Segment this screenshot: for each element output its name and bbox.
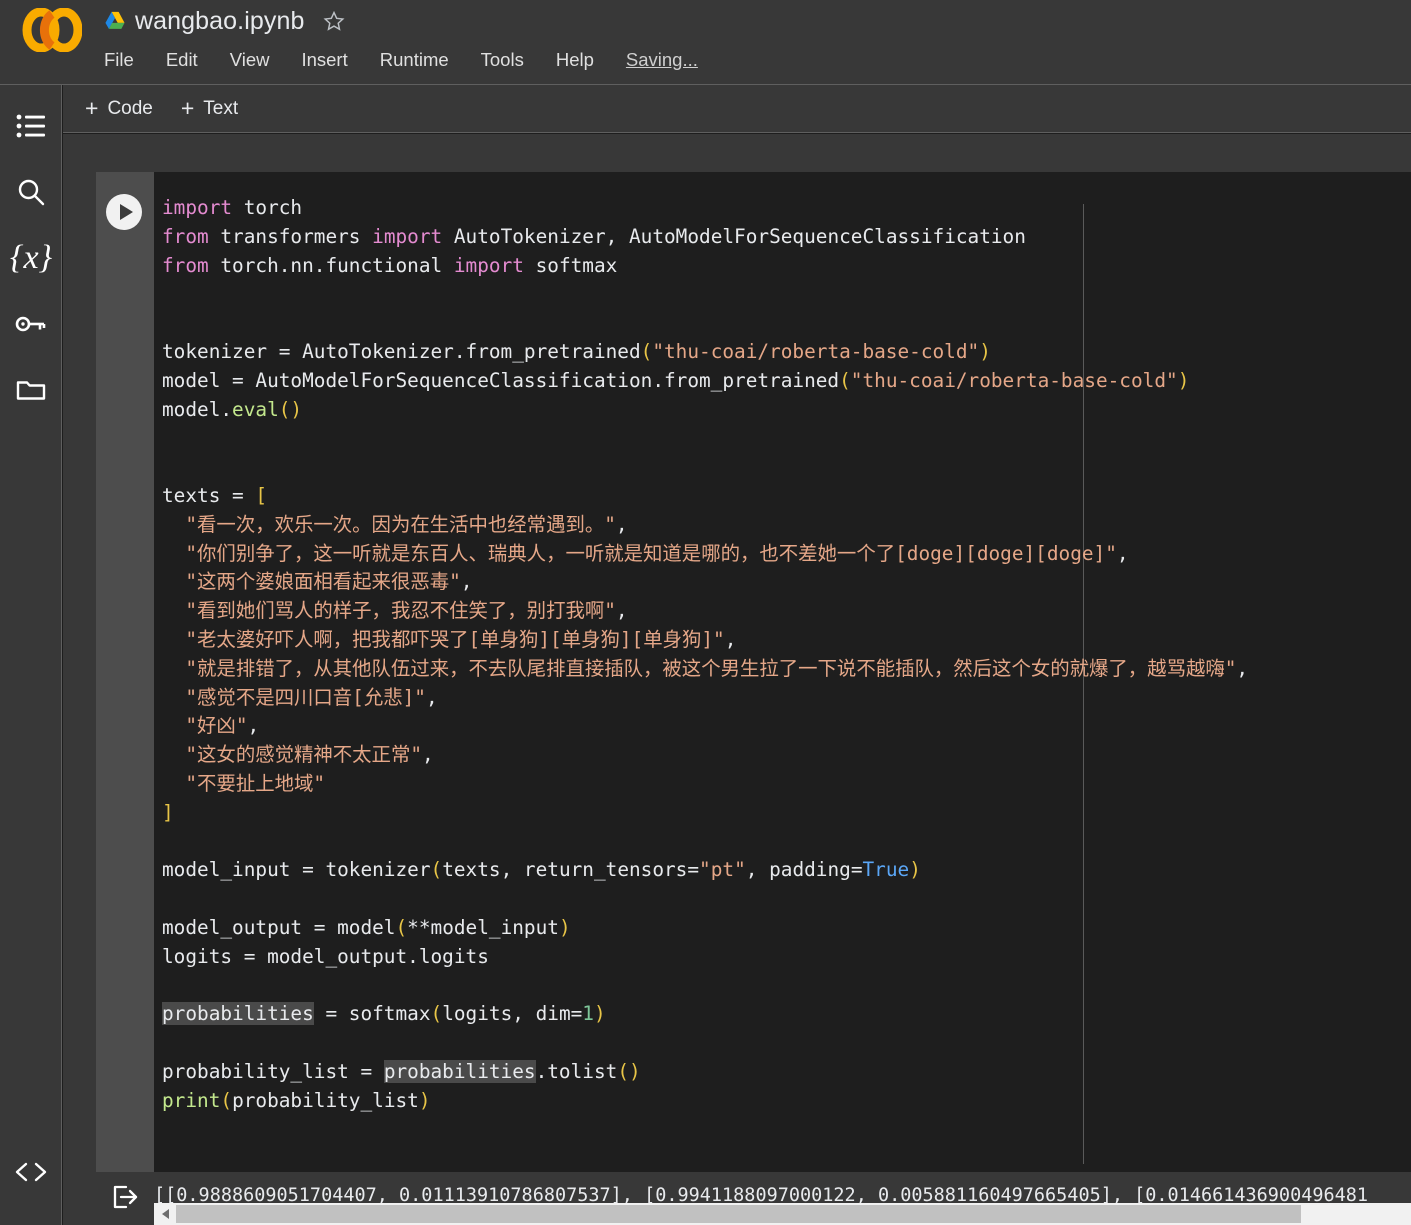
sidebar-item-code-snippets[interactable] [0, 1145, 62, 1203]
colab-logo [22, 7, 83, 53]
sidebar-item-table-of-contents[interactable] [0, 97, 62, 155]
output-gutter [96, 1172, 154, 1225]
code-brackets-icon [14, 1161, 48, 1188]
add-text-label: Text [203, 97, 239, 119]
run-cell-button[interactable] [106, 194, 142, 230]
menu-help[interactable]: Help [556, 49, 594, 71]
variables-icon: {x} [9, 239, 53, 276]
menu-bar: File Edit View Insert Runtime Tools Help… [104, 44, 698, 76]
code-text[interactable]: import torch from transformers import Au… [162, 194, 1411, 1116]
cell-output: [[0.9888609051704407, 0.0111391078680753… [96, 1172, 1411, 1225]
menu-view[interactable]: View [230, 49, 270, 71]
sidebar-item-secrets[interactable] [0, 295, 62, 353]
scrollbar-thumb[interactable] [176, 1205, 1301, 1223]
add-code-cell-button[interactable]: + Code [85, 97, 153, 120]
code-editor[interactable]: import torch from transformers import Au… [154, 172, 1411, 1172]
sidebar-item-files[interactable] [0, 361, 62, 419]
sidebar-item-variables[interactable]: {x} [0, 229, 62, 287]
output-body: [[0.9888609051704407, 0.0111391078680753… [154, 1172, 1411, 1225]
menu-file[interactable]: File [104, 49, 134, 71]
menu-edit[interactable]: Edit [166, 49, 198, 71]
notebook-title[interactable]: wangbao.ipynb [135, 7, 305, 36]
add-text-cell-button[interactable]: + Text [181, 97, 238, 120]
notebook-title-row: wangbao.ipynb [104, 2, 345, 40]
left-rail: {x} [0, 85, 62, 1225]
google-drive-icon [104, 11, 126, 31]
plus-icon: + [85, 95, 99, 121]
scroll-left-arrow-icon[interactable] [154, 1203, 176, 1225]
colab-app: wangbao.ipynb File Edit View Insert Runt… [0, 0, 1411, 1225]
notebook-toolbar: + Code + Text [63, 85, 1411, 133]
add-code-label: Code [107, 97, 153, 119]
toc-icon [16, 113, 46, 139]
search-icon [16, 177, 46, 207]
run-play-icon [119, 204, 133, 220]
output-horizontal-scrollbar[interactable] [154, 1203, 1411, 1225]
code-cell: import torch from transformers import Au… [96, 172, 1411, 1172]
star-icon[interactable] [323, 10, 345, 32]
notebook-body: import torch from transformers import Au… [63, 134, 1411, 1225]
app-header: wangbao.ipynb File Edit View Insert Runt… [0, 0, 1411, 85]
output-arrow-icon [110, 1182, 140, 1217]
notebook-cell: import torch from transformers import Au… [96, 172, 1411, 1225]
menu-tools[interactable]: Tools [481, 49, 524, 71]
menu-insert[interactable]: Insert [301, 49, 347, 71]
sidebar-item-search[interactable] [0, 163, 62, 221]
menu-runtime[interactable]: Runtime [380, 49, 449, 71]
cell-gutter [96, 172, 154, 1172]
key-icon [15, 313, 47, 335]
folder-icon [16, 378, 46, 402]
plus-icon: + [180, 95, 195, 121]
save-status[interactable]: Saving... [626, 49, 698, 71]
